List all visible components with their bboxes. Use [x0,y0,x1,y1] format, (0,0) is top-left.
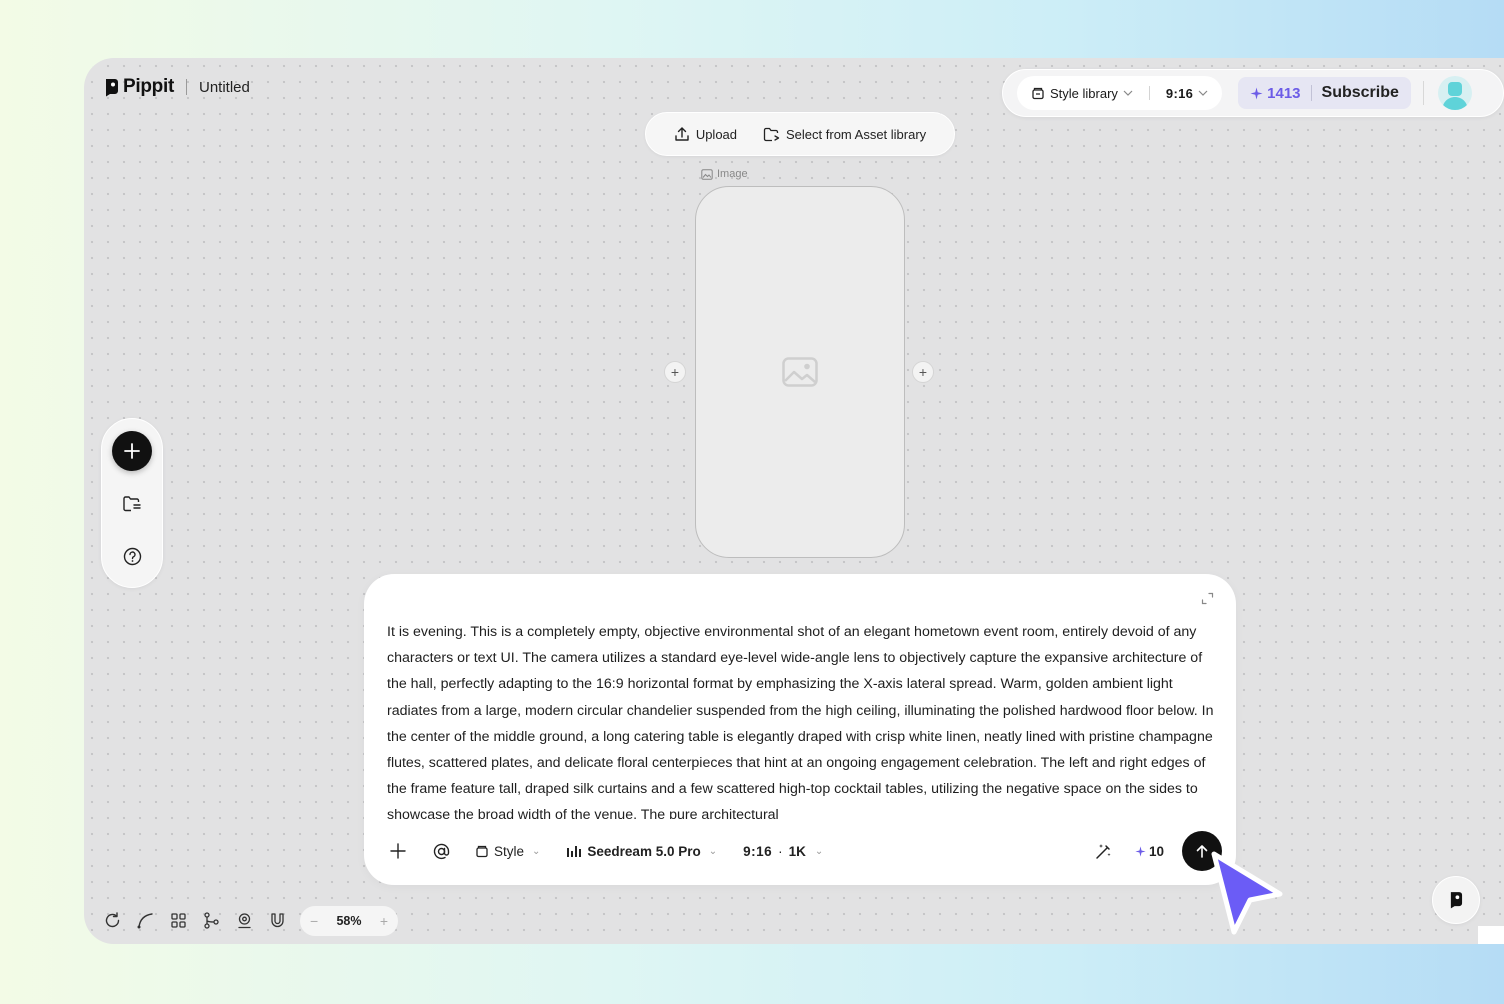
branch-icon [203,911,219,929]
grid-layout-button[interactable] [168,910,188,930]
curve-icon [137,912,153,928]
cost-indicator: 10 [1135,844,1164,859]
subscribe-button[interactable]: Subscribe [1322,84,1399,102]
upload-toolbar: Upload Select from Asset library [645,112,955,156]
mouse-cursor-icon [1206,848,1286,945]
ratio-label: 9:16 [743,843,773,859]
add-node-right-button[interactable]: + [912,361,934,383]
separator-dot: · [778,843,783,859]
asset-folder-button[interactable] [112,485,152,523]
style-library-dropdown[interactable]: Style library [1031,86,1133,101]
zoom-out-button[interactable]: − [310,913,318,929]
sparkle-icon [1250,86,1263,100]
chevron-down-icon: ⌄ [532,845,541,857]
location-icon [237,912,251,928]
style-icon [476,845,488,858]
brand-header: Pippit Untitled [104,76,250,98]
refresh-button[interactable] [102,910,122,930]
divider [1148,86,1150,100]
chevron-down-icon [1198,90,1208,96]
chevron-down-icon: ⌄ [814,845,824,857]
connector-tool-button[interactable] [135,910,155,930]
prompt-panel: It is evening. This is a completely empt… [364,574,1236,885]
image-node[interactable] [695,186,905,558]
folder-list-icon [123,496,141,512]
workflow-button[interactable] [201,910,221,930]
upload-icon [675,127,689,141]
folder-icon [763,127,780,141]
upload-button[interactable]: Upload [674,126,737,142]
aspect-ratio-dropdown[interactable]: 9:16 [1166,86,1208,101]
locate-button[interactable] [234,910,254,930]
pippit-logo[interactable]: Pippit [104,76,174,98]
prompt-textarea[interactable]: It is evening. This is a completely empt… [387,619,1217,819]
style-dropdown[interactable]: Style ⌄ [475,844,540,859]
style-label: Style [494,843,525,859]
add-button[interactable] [112,431,152,471]
magic-wand-icon [1096,844,1111,859]
image-node-label-text: Image [717,168,748,180]
bottom-toolbar [102,910,287,930]
divider [1310,85,1312,101]
help-button[interactable] [112,537,152,575]
canvas[interactable]: Pippit Untitled Style library 9:16 1413 … [84,58,1504,944]
corner-panel [1478,926,1504,944]
model-label: Seedream 5.0 Pro [587,843,701,859]
aspect-ratio-label: 9:16 [1165,85,1194,101]
prompt-toolbar: Style ⌄ Seedream 5.0 Pro ⌄ 9:16 · 1K ⌄ 1… [390,831,1222,871]
resolution-label: 1K [788,843,806,859]
refresh-icon [105,911,119,927]
plus-icon [390,843,406,859]
add-node-left-button[interactable]: + [664,361,686,383]
expand-icon [1201,592,1214,605]
asset-library-label: Select from Asset library [786,126,927,142]
upload-label: Upload [695,126,738,142]
credits-count: 1413 [1267,84,1301,102]
chevron-down-icon [1123,90,1133,96]
mention-button[interactable] [432,842,451,861]
chevron-down-icon: ⌄ [708,845,718,857]
brand-divider [185,79,187,95]
zoom-in-button[interactable]: + [380,913,388,929]
model-dropdown[interactable]: Seedream 5.0 Pro ⌄ [566,844,717,859]
avatar-icon [1441,82,1468,110]
ratio-resolution-dropdown[interactable]: 9:16 · 1K ⌄ [743,844,823,859]
style-ratio-group: Style library 9:16 [1017,76,1223,110]
image-icon [701,168,713,180]
magnet-icon [270,912,284,927]
divider [1422,81,1424,105]
top-toolbar: Style library 9:16 1413 Subscribe [1002,69,1504,117]
credits-subscribe-group[interactable]: 1413 Subscribe [1238,77,1411,109]
help-icon [123,547,141,565]
image-node-label: Image [701,168,748,180]
cost-value: 10 [1148,843,1164,859]
pippit-logo-icon [1450,892,1463,909]
style-library-label: Style library [1050,85,1118,101]
user-avatar[interactable] [1437,76,1472,110]
at-icon [433,843,450,859]
style-library-icon [1032,87,1044,100]
pippit-logo-icon [106,78,118,96]
grid-icon [170,912,186,928]
brand-name: Pippit [123,76,174,97]
image-placeholder-icon [782,357,818,387]
plus-icon [124,443,140,459]
pippit-assistant-button[interactable] [1432,876,1480,924]
expand-button[interactable] [1201,592,1214,610]
asset-library-button[interactable]: Select from Asset library [763,127,926,142]
left-toolbar [101,418,163,588]
magic-enhance-button[interactable] [1095,842,1113,860]
zoom-control: − 58% + [300,906,398,936]
sparkle-icon [1135,845,1146,857]
add-reference-button[interactable] [390,843,406,859]
snap-magnet-button[interactable] [267,910,287,930]
zoom-level[interactable]: 58% [336,914,361,928]
model-bars-icon [567,846,582,857]
document-title[interactable]: Untitled [199,79,250,96]
